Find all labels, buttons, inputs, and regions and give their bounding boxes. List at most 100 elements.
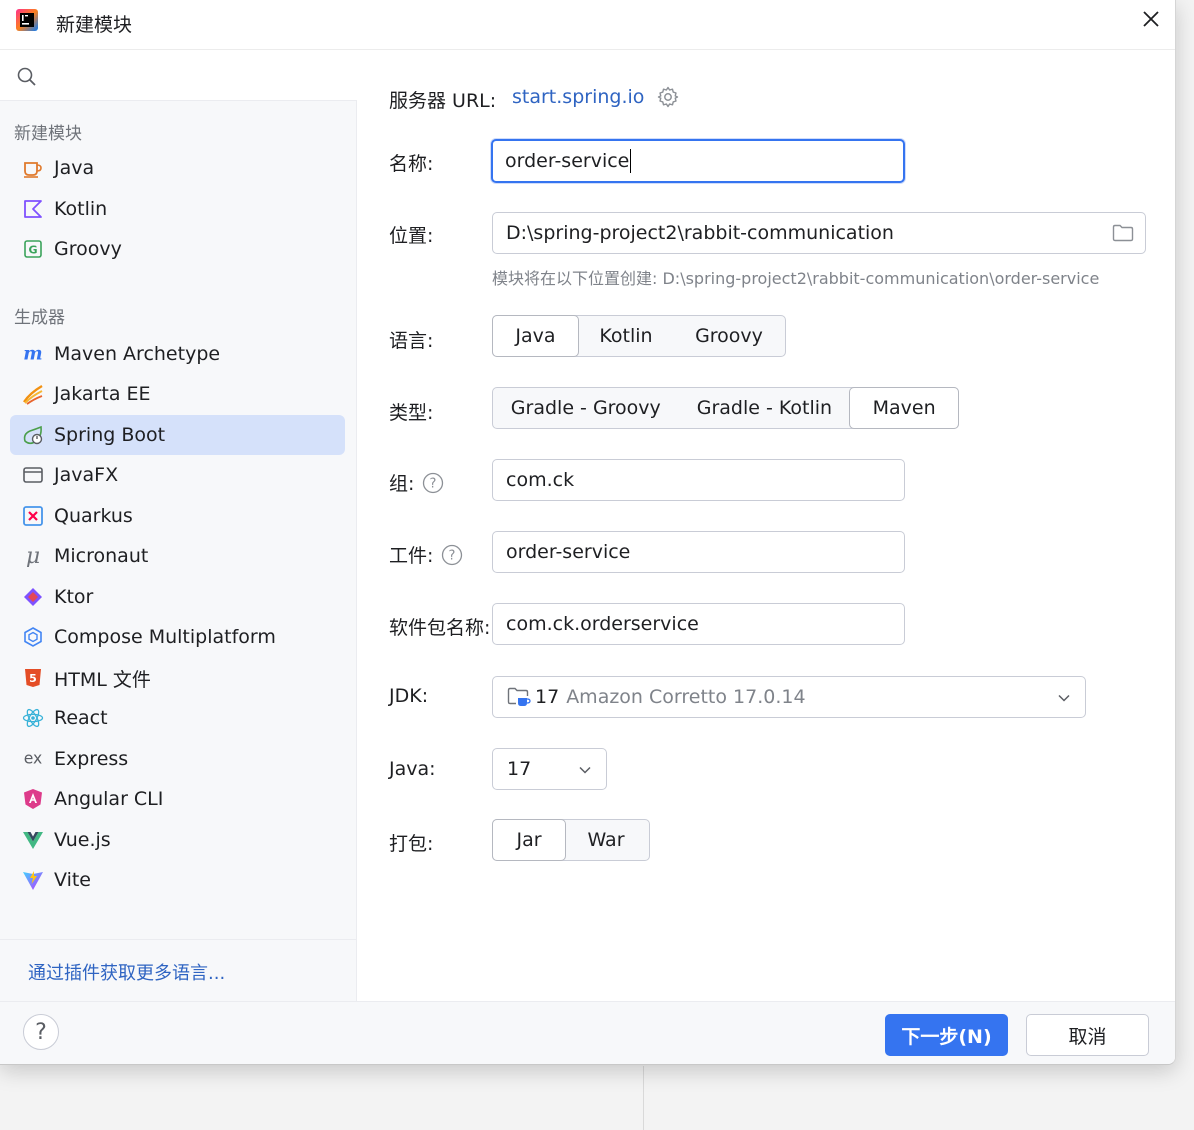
sidebar-item-label: Jakarta EE <box>54 383 151 405</box>
sidebar-item-label: Spring Boot <box>54 424 166 446</box>
sidebar-item-ktor[interactable]: Ktor <box>10 577 345 617</box>
gear-icon[interactable] <box>656 85 680 109</box>
svg-text:ex: ex <box>24 750 43 768</box>
sidebar-item-html[interactable]: 5 HTML 文件 <box>10 658 345 698</box>
sidebar-item-javafx[interactable]: JavaFX <box>10 455 345 495</box>
sidebar-item-label: Micronaut <box>54 545 149 567</box>
sidebar-item-label: HTML 文件 <box>54 668 151 691</box>
jdk-name: Amazon Corretto 17.0.14 <box>566 686 806 708</box>
package-name-label: 软件包名称: <box>389 617 491 639</box>
quarkus-icon <box>22 505 44 527</box>
help-button[interactable]: ? <box>23 1014 59 1050</box>
jdk-version: 17 <box>535 686 560 708</box>
text-caret <box>630 149 632 173</box>
sidebar-item-quarkus[interactable]: Quarkus <box>10 496 345 536</box>
location-label: 位置: <box>389 225 434 247</box>
sidebar-item-react[interactable]: React <box>10 698 345 738</box>
svg-text:?: ? <box>449 548 456 563</box>
sidebar-item-label: Groovy <box>54 238 122 260</box>
kotlin-icon <box>22 198 44 220</box>
name-value: order-service <box>505 150 630 172</box>
next-button[interactable]: 下一步(N) <box>885 1014 1008 1056</box>
type-option-gradle-kotlin[interactable]: Gradle - Kotlin <box>679 388 851 428</box>
sidebar-item-maven-archetype[interactable]: m Maven Archetype <box>10 334 345 374</box>
dialog-title: 新建模块 <box>56 14 133 36</box>
type-option-gradle-groovy[interactable]: Gradle - Groovy <box>493 388 679 428</box>
location-field[interactable]: D:\spring-project2\rabbit-communication <box>492 212 1146 254</box>
server-url-label: 服务器 URL: <box>389 90 497 112</box>
sidebar-item-label: Java <box>54 157 95 179</box>
close-button[interactable] <box>1136 4 1166 34</box>
ktor-icon <box>22 586 44 608</box>
micronaut-icon: μ <box>22 545 44 567</box>
name-label: 名称: <box>389 153 434 175</box>
artifact-label-row: 工件: ? <box>389 541 463 568</box>
sidebar-item-label: Quarkus <box>54 505 133 527</box>
sidebar-item-java[interactable]: Java <box>10 148 345 188</box>
sidebar-item-label: Vue.js <box>54 829 111 851</box>
section-label-generators: 生成器 <box>14 308 65 328</box>
folder-icon[interactable] <box>1112 223 1134 243</box>
type-label: 类型: <box>389 402 434 424</box>
server-url-link[interactable]: start.spring.io <box>512 86 644 108</box>
svg-text:5: 5 <box>29 672 37 685</box>
svg-text:m: m <box>23 344 42 365</box>
chevron-down-icon <box>1058 694 1070 702</box>
sidebar-item-compose-multiplatform[interactable]: Compose Multiplatform <box>10 617 345 657</box>
groovy-icon: G <box>22 238 44 260</box>
cancel-button[interactable]: 取消 <box>1026 1014 1149 1056</box>
intellij-logo-icon <box>16 9 38 31</box>
package-name-field[interactable]: com.ck.orderservice <box>492 603 905 645</box>
help-icon[interactable]: ? <box>441 544 463 566</box>
sidebar-item-vite[interactable]: Vite <box>10 860 345 900</box>
name-field[interactable]: order-service <box>491 139 905 183</box>
help-icon[interactable]: ? <box>422 472 444 494</box>
sidebar-item-jakarta-ee[interactable]: Jakarta EE <box>10 374 345 414</box>
jdk-dropdown[interactable]: 17 Amazon Corretto 17.0.14 <box>492 676 1086 718</box>
artifact-field[interactable]: order-service <box>492 531 905 573</box>
language-label: 语言: <box>389 330 434 352</box>
get-more-languages-link[interactable]: 通过插件获取更多语言... <box>28 959 225 985</box>
sidebar-search <box>0 51 357 101</box>
sidebar-item-label: Maven Archetype <box>54 343 221 365</box>
location-hint: 模块将在以下位置创建: D:\spring-project2\rabbit-co… <box>492 269 1100 288</box>
jdk-folder-icon <box>507 687 531 706</box>
sidebar-item-label: JavaFX <box>54 464 119 486</box>
angular-icon <box>22 788 44 810</box>
location-value: D:\spring-project2\rabbit-communication <box>506 222 894 244</box>
sidebar-item-vuejs[interactable]: Vue.js <box>10 820 345 860</box>
sidebar-item-express[interactable]: ex Express <box>10 739 345 779</box>
java-version-dropdown[interactable]: 17 <box>492 748 607 790</box>
search-icon <box>17 67 36 86</box>
chevron-down-icon <box>579 766 591 774</box>
packaging-option-war[interactable]: War <box>565 820 647 860</box>
svg-text:?: ? <box>430 476 437 491</box>
sidebar-item-groovy[interactable]: G Groovy <box>10 229 345 269</box>
language-option-java[interactable]: Java <box>492 315 579 357</box>
close-icon <box>1143 11 1159 27</box>
group-value: com.ck <box>506 469 575 491</box>
search-input[interactable] <box>44 61 344 91</box>
language-selector: Java Kotlin Groovy <box>492 315 786 357</box>
packaging-option-jar[interactable]: Jar <box>492 819 566 861</box>
maven-icon: m <box>22 343 44 365</box>
sidebar-item-angular-cli[interactable]: Angular CLI <box>10 779 345 819</box>
javafx-icon <box>22 464 44 486</box>
type-option-maven[interactable]: Maven <box>849 387 959 429</box>
build-type-selector: Gradle - Groovy Gradle - Kotlin Maven <box>492 387 959 429</box>
group-field[interactable]: com.ck <box>492 459 905 501</box>
sidebar-item-label: Compose Multiplatform <box>54 626 276 648</box>
packaging-selector: Jar War <box>492 819 650 861</box>
sidebar-item-label: Angular CLI <box>54 788 164 810</box>
java-version-label: Java: <box>389 758 436 780</box>
html5-icon: 5 <box>22 667 44 689</box>
dialog-footer: ? 下一步(N) 取消 <box>0 1001 1175 1064</box>
sidebar-item-micronaut[interactable]: μ Micronaut <box>10 536 345 576</box>
svg-text:G: G <box>28 244 37 257</box>
language-option-groovy[interactable]: Groovy <box>674 316 784 356</box>
sidebar-item-spring-boot[interactable]: Spring Boot <box>10 415 345 455</box>
group-label-row: 组: ? <box>389 469 444 496</box>
backdrop-divider <box>643 1066 644 1130</box>
sidebar-item-kotlin[interactable]: Kotlin <box>10 189 345 229</box>
language-option-kotlin[interactable]: Kotlin <box>578 316 674 356</box>
